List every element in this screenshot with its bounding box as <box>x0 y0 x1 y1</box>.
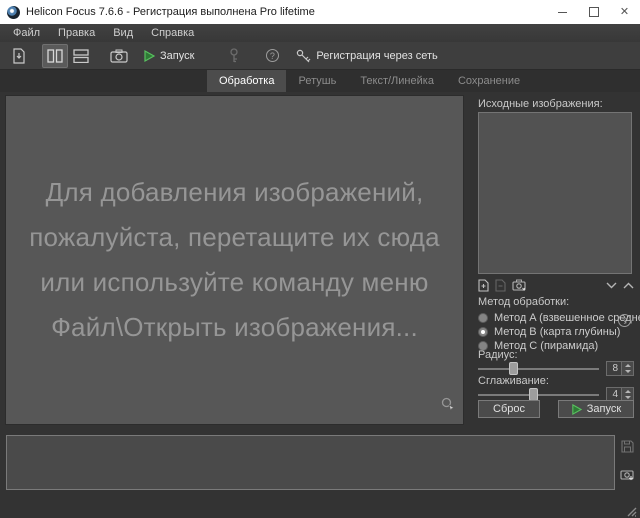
method-a-radio[interactable]: Метод A (взвешенное среднее) <box>478 311 640 324</box>
radius-slider-row: 8 <box>478 361 634 376</box>
play-icon <box>572 403 582 415</box>
magnifier-cursor-icon <box>441 397 455 413</box>
capture-to-list-button[interactable] <box>512 279 526 291</box>
zoom-cursor-button[interactable] <box>441 397 456 417</box>
open-images-icon <box>13 47 25 64</box>
slider-track <box>478 394 599 396</box>
tab-saving[interactable]: Сохранение <box>446 70 532 92</box>
close-button[interactable]: ✕ <box>609 0 640 24</box>
radius-value[interactable]: 8 <box>606 361 622 376</box>
run-processing-button[interactable]: Запуск <box>142 44 195 68</box>
window-resize-grip[interactable] <box>626 504 637 517</box>
titlebar: Helicon Focus 7.6.6 - Регистрация выполн… <box>0 0 640 24</box>
minimize-icon <box>558 11 567 13</box>
reset-button-label: Сброс <box>493 403 525 415</box>
radius-slider[interactable] <box>478 361 599 376</box>
remove-image-icon <box>495 278 506 292</box>
registration-button[interactable]: Регистрация через сеть <box>295 44 438 68</box>
main-toolbar: Запуск ? Регистрация через сеть <box>0 42 640 70</box>
save-icon <box>621 440 634 453</box>
radio-icon <box>478 326 488 337</box>
chevron-down-icon <box>606 282 617 288</box>
source-list-actions <box>478 278 634 292</box>
radius-slider-thumb[interactable] <box>509 362 519 375</box>
smoothing-label: Сглаживание: <box>478 375 549 387</box>
camera-icon <box>110 49 128 63</box>
registration-button-label: Регистрация через сеть <box>316 49 438 62</box>
source-images-list[interactable] <box>478 112 632 274</box>
move-down-button[interactable] <box>606 282 617 289</box>
resize-grip-icon <box>627 507 637 517</box>
vertical-split-view-button[interactable] <box>42 43 68 68</box>
menu-view[interactable]: Вид <box>104 27 142 39</box>
step-down-icon <box>624 369 631 373</box>
method-b-label: Метод B (карта глубины) <box>494 325 621 338</box>
method-group-label: Метод обработки: <box>478 296 570 308</box>
help-button[interactable]: ? <box>259 44 285 68</box>
helicon-focus-window: Helicon Focus 7.6.6 - Регистрация выполн… <box>0 0 640 518</box>
minimize-button[interactable] <box>547 0 578 24</box>
export-result-button[interactable] <box>620 468 635 481</box>
vertical-split-icon <box>47 48 63 63</box>
slider-track <box>478 368 599 370</box>
add-image-button[interactable] <box>478 278 489 292</box>
drop-message-line: Для добавления изображений, <box>45 177 424 207</box>
source-panel: Исходные изображения: Метод обработки: М… <box>470 92 640 426</box>
open-images-button[interactable] <box>6 44 32 68</box>
reset-button[interactable]: Сброс <box>478 400 540 418</box>
radius-stepper[interactable] <box>622 361 634 376</box>
tab-retouch[interactable]: Ретушь <box>286 70 348 92</box>
step-down-icon <box>624 395 631 399</box>
close-icon: ✕ <box>619 5 630 18</box>
run-button-label: Запуск <box>160 49 195 62</box>
move-up-button[interactable] <box>623 282 634 289</box>
radio-icon <box>478 312 488 323</box>
menu-help[interactable]: Справка <box>142 27 203 39</box>
menubar: Файл Правка Вид Справка <box>0 24 640 42</box>
menu-file[interactable]: Файл <box>4 27 49 39</box>
maximize-icon <box>588 7 599 17</box>
add-image-icon <box>478 278 489 292</box>
tab-text-ruler[interactable]: Текст/Линейка <box>348 70 446 92</box>
disabled-tool-button[interactable] <box>221 44 247 68</box>
run-button-label: Запуск <box>586 403 622 415</box>
app-logo-icon <box>7 5 20 19</box>
radius-spinbox[interactable]: 8 <box>606 361 634 376</box>
window-controls: ✕ <box>547 0 640 24</box>
method-help-icon: ? <box>618 314 631 327</box>
step-up-icon <box>624 364 631 368</box>
method-b-radio[interactable]: Метод B (карта глубины) <box>478 325 620 338</box>
step-up-icon <box>624 390 631 394</box>
window-title: Helicon Focus 7.6.6 - Регистрация выполн… <box>26 6 315 18</box>
remove-image-button[interactable] <box>495 278 506 292</box>
drop-zone-message: Для добавления изображений, пожалуйста, … <box>29 170 440 350</box>
source-images-label: Исходные изображения: <box>478 98 603 110</box>
disabled-tool-icon <box>230 47 239 62</box>
camera-export-icon <box>620 470 634 481</box>
menu-edit[interactable]: Правка <box>49 27 104 39</box>
drop-message-line: Файл\Открыть изображения... <box>51 312 418 342</box>
horizontal-split-view-button[interactable] <box>68 44 94 68</box>
tab-processing[interactable]: Обработка <box>207 70 287 92</box>
save-result-button[interactable] <box>621 440 634 453</box>
image-drop-zone[interactable]: Для добавления изображений, пожалуйста, … <box>5 95 464 425</box>
key-icon <box>297 49 311 62</box>
camera-capture-button[interactable] <box>106 44 132 68</box>
method-help-button[interactable]: ? <box>618 314 631 327</box>
radius-label: Радиус: <box>478 349 518 361</box>
help-icon: ? <box>265 49 279 62</box>
tabbar: Обработка Ретушь Текст/Линейка Сохранени… <box>0 70 640 92</box>
horizontal-split-icon <box>73 48 89 63</box>
camera-add-icon <box>512 279 526 291</box>
output-images-list[interactable] <box>6 435 615 490</box>
play-icon <box>144 49 155 62</box>
drop-message-line: пожалуйста, перетащите их сюда <box>29 222 440 252</box>
chevron-up-icon <box>623 282 634 288</box>
maximize-button[interactable] <box>578 0 609 24</box>
run-button[interactable]: Запуск <box>558 400 634 418</box>
drop-message-line: или используйте команду меню <box>40 267 429 297</box>
